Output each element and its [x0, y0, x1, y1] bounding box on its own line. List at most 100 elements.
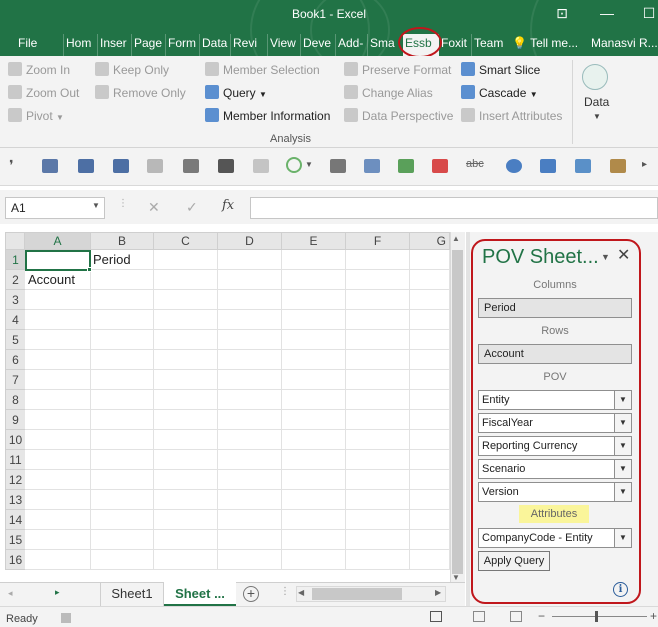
grid-cell[interactable]	[282, 250, 346, 270]
grid-cell[interactable]	[282, 270, 346, 290]
add-sheet-icon[interactable]: +	[243, 586, 259, 602]
grid-cell[interactable]	[282, 310, 346, 330]
grid-cell[interactable]	[346, 250, 410, 270]
grid-cell[interactable]	[346, 310, 410, 330]
grid-cell[interactable]	[25, 450, 91, 470]
tab-scroll-right-icon[interactable]: ▸	[55, 587, 60, 598]
grid-cell[interactable]	[410, 450, 450, 470]
row-header[interactable]: 6	[5, 350, 25, 370]
grid-cell[interactable]	[91, 290, 154, 310]
grid-cell[interactable]	[25, 530, 91, 550]
keep-only-button[interactable]: Keep Only	[95, 60, 169, 80]
grid-cell[interactable]	[91, 470, 154, 490]
grid-cell[interactable]	[218, 350, 282, 370]
grid-cell[interactable]	[218, 450, 282, 470]
grid-cell[interactable]	[91, 410, 154, 430]
pivot-toolbar-icon[interactable]	[42, 159, 58, 173]
grid-cell[interactable]	[154, 270, 218, 290]
tab-review[interactable]: Revi	[230, 34, 267, 56]
grid-cell[interactable]	[410, 330, 450, 350]
scroll-right-icon[interactable]: ▶	[435, 588, 441, 597]
cell-b1[interactable]: Period	[91, 250, 131, 270]
chevron-right-icon[interactable]: ▸	[642, 159, 647, 170]
grid-icon[interactable]	[330, 159, 346, 173]
page-layout-view-icon[interactable]	[473, 611, 485, 622]
pov-dropdown-reporting-currency[interactable]: Reporting Currency ▼	[478, 436, 632, 456]
name-box[interactable]: A1	[5, 197, 105, 219]
grid-cell[interactable]	[410, 310, 450, 330]
grid-cell[interactable]	[218, 270, 282, 290]
grid-cell[interactable]	[346, 490, 410, 510]
grid-cell[interactable]	[25, 490, 91, 510]
tab-file[interactable]: File	[16, 34, 44, 56]
tab-insert[interactable]: Inser	[97, 34, 131, 56]
grid-cell[interactable]	[282, 510, 346, 530]
grid-cell[interactable]	[410, 470, 450, 490]
grid-cell[interactable]	[91, 390, 154, 410]
grid-cell[interactable]	[346, 350, 410, 370]
cancel-data-icon[interactable]	[432, 159, 448, 173]
column-header-e[interactable]: E	[282, 232, 346, 250]
grid-cell[interactable]	[91, 510, 154, 530]
tell-me-search[interactable]: 💡 Tell me...	[510, 34, 582, 56]
grid-cell[interactable]	[410, 490, 450, 510]
row-header[interactable]: 15	[5, 530, 25, 550]
chevron-down-icon[interactable]: ▼	[92, 201, 100, 210]
grid-cell[interactable]	[154, 350, 218, 370]
row-header[interactable]: 3	[5, 290, 25, 310]
tab-home[interactable]: Hom	[63, 34, 97, 56]
grid-cell[interactable]	[218, 550, 282, 570]
zoom-slider-thumb[interactable]	[595, 611, 598, 622]
grid-cell[interactable]	[346, 410, 410, 430]
cancel-icon[interactable]: ✕	[148, 199, 160, 216]
toolbar-overflow-icon[interactable]: ❜	[9, 157, 14, 174]
grid-cell[interactable]	[25, 550, 91, 570]
enter-icon[interactable]: ✓	[186, 199, 198, 216]
grid-cell[interactable]	[282, 490, 346, 510]
drag-handle-icon[interactable]: ⋮	[280, 586, 290, 597]
grid-cell[interactable]	[154, 310, 218, 330]
grid-cell[interactable]	[154, 390, 218, 410]
grid-cell[interactable]	[282, 530, 346, 550]
row-header[interactable]: 4	[5, 310, 25, 330]
remove-only-button[interactable]: Remove Only	[95, 83, 186, 103]
tab-formulas[interactable]: Form	[165, 34, 199, 56]
grid-cell[interactable]	[218, 530, 282, 550]
pov-dropdown-version[interactable]: Version ▼	[478, 482, 632, 502]
chevron-down-icon[interactable]: ▼	[305, 160, 313, 169]
pov-dropdown-fiscalyear[interactable]: FiscalYear ▼	[478, 413, 632, 433]
grid-cell[interactable]	[154, 250, 218, 270]
grid-cell[interactable]	[91, 330, 154, 350]
grid-cell[interactable]	[282, 550, 346, 570]
cascade-button[interactable]: Cascade ▼	[461, 83, 538, 103]
grid-cell[interactable]	[410, 390, 450, 410]
calculator-icon[interactable]	[183, 159, 199, 173]
grid-cell[interactable]	[218, 310, 282, 330]
grid-cell[interactable]	[154, 550, 218, 570]
sheet-options-icon[interactable]	[575, 159, 591, 173]
grid-cell[interactable]	[346, 290, 410, 310]
grid-cell[interactable]	[91, 450, 154, 470]
row-header[interactable]: 14	[5, 510, 25, 530]
chevron-down-icon[interactable]: ▼	[593, 112, 601, 121]
grid-cell[interactable]	[346, 390, 410, 410]
grid-cell[interactable]	[346, 430, 410, 450]
sheet-tab-active[interactable]: Sheet ...	[164, 582, 236, 606]
chevron-down-icon[interactable]: ▼	[614, 437, 631, 455]
pov-dropdown-entity[interactable]: Entity ▼	[478, 390, 632, 410]
grid-cell[interactable]	[25, 470, 91, 490]
row-header[interactable]: 8	[5, 390, 25, 410]
scroll-down-icon[interactable]: ▼	[452, 573, 460, 582]
grid-cell[interactable]	[154, 410, 218, 430]
row-header[interactable]: 10	[5, 430, 25, 450]
grid-cell[interactable]	[218, 330, 282, 350]
columns-drop-zone[interactable]: Period	[478, 298, 632, 318]
grid-cell[interactable]	[25, 510, 91, 530]
info-icon[interactable]: i	[613, 582, 628, 597]
horizontal-scroll-thumb[interactable]	[312, 588, 402, 600]
tab-developer[interactable]: Deve	[300, 34, 335, 56]
column-header-a[interactable]: A	[25, 232, 91, 250]
indent-left-icon[interactable]	[78, 159, 94, 173]
apply-query-button[interactable]: Apply Query	[478, 551, 550, 571]
grid-cell[interactable]	[91, 530, 154, 550]
